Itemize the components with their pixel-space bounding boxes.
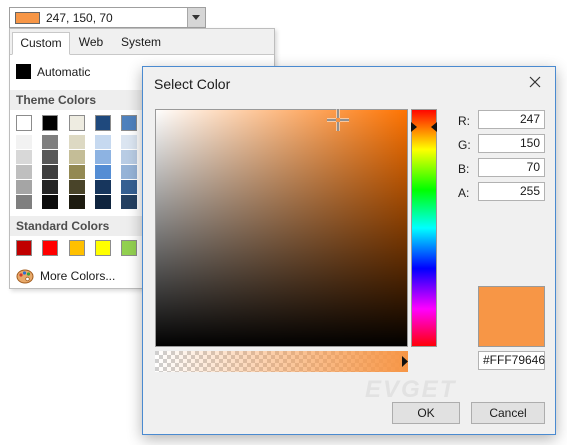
dropdown-button[interactable]	[187, 8, 205, 27]
alpha-slider[interactable]	[155, 351, 408, 372]
theme-shade-swatch[interactable]	[95, 150, 111, 164]
watermark-text: EVGET	[365, 376, 457, 403]
theme-shade-swatch[interactable]	[121, 150, 137, 164]
close-icon[interactable]	[527, 74, 543, 90]
theme-shade-swatch[interactable]	[121, 165, 137, 179]
selected-color-swatch	[15, 12, 40, 24]
g-label: G:	[458, 138, 471, 152]
more-colors-label: More Colors...	[40, 269, 116, 283]
theme-color-swatch[interactable]	[95, 115, 111, 131]
tab-system[interactable]: System	[114, 32, 168, 53]
theme-shade-swatch[interactable]	[69, 180, 85, 194]
automatic-swatch	[16, 64, 31, 79]
theme-color-swatch[interactable]	[16, 115, 32, 131]
theme-shade-swatch[interactable]	[42, 195, 58, 209]
dialog-title: Select Color	[154, 76, 231, 92]
g-input[interactable]: 150	[478, 134, 545, 153]
tab-strip: Custom Web System	[10, 29, 274, 55]
theme-color-swatch[interactable]	[42, 115, 58, 131]
standard-color-swatch[interactable]	[69, 240, 85, 256]
hex-input[interactable]: #FFF79646	[478, 351, 545, 370]
theme-color-swatch[interactable]	[121, 115, 137, 131]
standard-color-swatch[interactable]	[16, 240, 32, 256]
r-input[interactable]: 247	[478, 110, 545, 129]
theme-shade-swatch[interactable]	[121, 195, 137, 209]
b-label: B:	[458, 162, 470, 176]
theme-shade-swatch[interactable]	[121, 135, 137, 149]
hue-slider[interactable]	[411, 109, 437, 347]
theme-shade-swatch[interactable]	[69, 150, 85, 164]
b-input[interactable]: 70	[478, 158, 545, 177]
theme-shade-swatch[interactable]	[95, 165, 111, 179]
standard-color-swatch[interactable]	[121, 240, 137, 256]
theme-shade-swatch[interactable]	[69, 195, 85, 209]
theme-shade-swatch[interactable]	[69, 165, 85, 179]
automatic-label: Automatic	[37, 65, 91, 79]
theme-shade-swatch[interactable]	[16, 135, 32, 149]
color-preview	[478, 286, 545, 347]
theme-shade-swatch[interactable]	[95, 180, 111, 194]
color-value-text: 247, 150, 70	[46, 11, 113, 25]
theme-shade-swatch[interactable]	[121, 180, 137, 194]
theme-shade-swatch[interactable]	[95, 135, 111, 149]
theme-shade-swatch[interactable]	[42, 150, 58, 164]
palette-icon	[16, 269, 34, 284]
theme-shade-swatch[interactable]	[16, 165, 32, 179]
theme-color-swatch[interactable]	[69, 115, 85, 131]
standard-color-swatch[interactable]	[42, 240, 58, 256]
tab-web[interactable]: Web	[72, 32, 110, 53]
a-label: A:	[458, 186, 470, 200]
r-label: R:	[458, 114, 470, 128]
a-input[interactable]: 255	[478, 182, 545, 201]
theme-shade-swatch[interactable]	[69, 135, 85, 149]
tab-custom[interactable]: Custom	[12, 32, 70, 55]
cancel-button[interactable]: Cancel	[471, 402, 545, 424]
theme-shade-swatch[interactable]	[16, 195, 32, 209]
saturation-value-field[interactable]	[155, 109, 408, 347]
theme-shade-swatch[interactable]	[42, 135, 58, 149]
theme-shade-swatch[interactable]	[42, 165, 58, 179]
ok-button[interactable]: OK	[392, 402, 460, 424]
select-color-dialog: Select Color R: 247 G: 150 B: 70 A: 255 …	[142, 66, 556, 435]
theme-shade-swatch[interactable]	[16, 150, 32, 164]
color-edit-combo[interactable]: 247, 150, 70	[9, 7, 206, 28]
theme-shade-swatch[interactable]	[95, 195, 111, 209]
theme-shade-swatch[interactable]	[42, 180, 58, 194]
theme-shade-swatch[interactable]	[16, 180, 32, 194]
crosshair-cursor-icon	[327, 109, 349, 131]
standard-color-swatch[interactable]	[95, 240, 111, 256]
